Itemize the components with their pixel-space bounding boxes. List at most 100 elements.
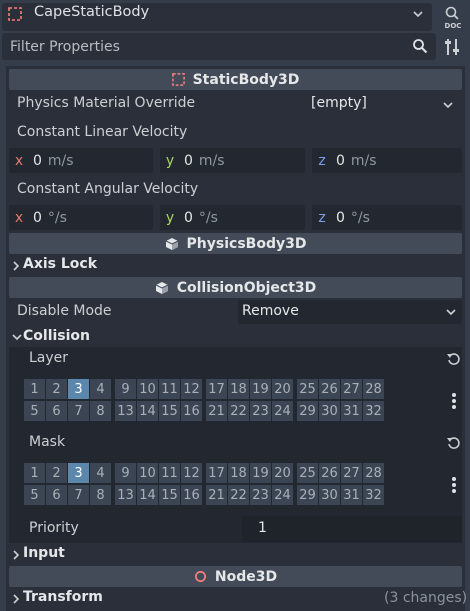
chevron-down-icon[interactable] — [446, 308, 456, 316]
bit-18[interactable]: 18 — [228, 463, 249, 483]
linear-velocity-z[interactable]: z 0 m/s — [312, 148, 462, 173]
bit-30[interactable]: 30 — [319, 401, 340, 421]
more-options-icon[interactable] — [451, 476, 457, 494]
chevron-right-icon[interactable] — [12, 550, 20, 560]
reset-icon[interactable] — [446, 351, 462, 367]
disable-mode-value[interactable]: Remove — [242, 303, 299, 319]
bit-8[interactable]: 8 — [90, 485, 111, 505]
bit-26[interactable]: 26 — [319, 463, 340, 483]
angular-velocity-y[interactable]: y 0 °/s — [160, 205, 305, 230]
bit-10[interactable]: 10 — [137, 463, 158, 483]
bit-5[interactable]: 5 — [24, 485, 45, 505]
axis-lock-group[interactable]: Axis Lock — [23, 256, 97, 272]
bit-19[interactable]: 19 — [250, 463, 271, 483]
angular-velocity-z[interactable]: z 0 °/s — [312, 205, 462, 230]
bit-12[interactable]: 12 — [181, 463, 202, 483]
bit-24[interactable]: 24 — [272, 401, 293, 421]
physics-material-value[interactable]: [empty] — [311, 95, 367, 111]
bit-11[interactable]: 11 — [159, 463, 180, 483]
bit-27[interactable]: 27 — [341, 463, 362, 483]
section-physicsbody3d[interactable]: PhysicsBody3D — [9, 233, 462, 254]
bit-22[interactable]: 22 — [228, 485, 249, 505]
bit-14[interactable]: 14 — [137, 485, 158, 505]
bit-32[interactable]: 32 — [363, 485, 384, 505]
chevron-right-icon[interactable] — [12, 594, 20, 604]
bit-9[interactable]: 9 — [115, 463, 136, 483]
chevron-right-icon[interactable] — [12, 261, 20, 271]
bit-20[interactable]: 20 — [272, 379, 293, 399]
bit-2[interactable]: 2 — [46, 463, 67, 483]
bit-21[interactable]: 21 — [206, 401, 227, 421]
bit-6[interactable]: 6 — [46, 401, 67, 421]
doc-icon[interactable]: DOC — [440, 4, 466, 30]
bit-22[interactable]: 22 — [228, 401, 249, 421]
axis-label: z — [318, 152, 326, 169]
bit-2[interactable]: 2 — [46, 379, 67, 399]
section-collisionobject3d[interactable]: CollisionObject3D — [9, 277, 462, 298]
bit-17[interactable]: 17 — [206, 379, 227, 399]
section-staticbody3d[interactable]: StaticBody3D — [9, 69, 462, 90]
bit-18[interactable]: 18 — [228, 379, 249, 399]
bit-14[interactable]: 14 — [137, 401, 158, 421]
more-options-icon[interactable] — [451, 392, 457, 410]
bit-1[interactable]: 1 — [24, 463, 45, 483]
bit-29[interactable]: 29 — [297, 485, 318, 505]
chevron-down-icon[interactable] — [12, 333, 22, 341]
bit-4[interactable]: 4 — [90, 463, 111, 483]
reset-icon[interactable] — [446, 435, 462, 451]
bit-4[interactable]: 4 — [90, 379, 111, 399]
bit-16[interactable]: 16 — [181, 401, 202, 421]
bit-16[interactable]: 16 — [181, 485, 202, 505]
bit-23[interactable]: 23 — [250, 401, 271, 421]
chevron-down-icon[interactable] — [412, 9, 424, 19]
bit-5[interactable]: 5 — [24, 401, 45, 421]
bit-25[interactable]: 25 — [297, 379, 318, 399]
bit-15[interactable]: 15 — [159, 401, 180, 421]
bit-17[interactable]: 17 — [206, 463, 227, 483]
bit-29[interactable]: 29 — [297, 401, 318, 421]
bit-26[interactable]: 26 — [319, 379, 340, 399]
bit-24[interactable]: 24 — [272, 485, 293, 505]
collision-group-body — [9, 347, 462, 543]
bit-12[interactable]: 12 — [181, 379, 202, 399]
value: 0 — [33, 209, 42, 226]
bit-13[interactable]: 13 — [115, 485, 136, 505]
collision-group[interactable]: Collision — [23, 328, 90, 344]
angular-velocity-x[interactable]: x 0 °/s — [9, 205, 153, 230]
bit-31[interactable]: 31 — [341, 485, 362, 505]
chevron-down-icon[interactable] — [443, 101, 453, 109]
priority-value[interactable]: 1 — [258, 520, 267, 536]
bit-15[interactable]: 15 — [159, 485, 180, 505]
bit-25[interactable]: 25 — [297, 463, 318, 483]
bit-11[interactable]: 11 — [159, 379, 180, 399]
section-node3d[interactable]: Node3D — [9, 566, 462, 587]
bit-10[interactable]: 10 — [137, 379, 158, 399]
bit-27[interactable]: 27 — [341, 379, 362, 399]
bit-6[interactable]: 6 — [46, 485, 67, 505]
bit-8[interactable]: 8 — [90, 401, 111, 421]
bit-3[interactable]: 3 — [68, 463, 89, 483]
tools-icon[interactable] — [441, 36, 463, 58]
bit-32[interactable]: 32 — [363, 401, 384, 421]
bit-7[interactable]: 7 — [68, 485, 89, 505]
bit-23[interactable]: 23 — [250, 485, 271, 505]
bit-31[interactable]: 31 — [341, 401, 362, 421]
priority-field[interactable] — [242, 516, 462, 542]
bit-28[interactable]: 28 — [363, 379, 384, 399]
bit-9[interactable]: 9 — [115, 379, 136, 399]
linear-velocity-x[interactable]: x 0 m/s — [9, 148, 153, 173]
bit-1[interactable]: 1 — [24, 379, 45, 399]
filter-properties-input[interactable] — [2, 33, 436, 60]
linear-velocity-y[interactable]: y 0 m/s — [160, 148, 305, 173]
transform-group[interactable]: Transform — [23, 589, 103, 605]
value: 0 — [33, 152, 42, 169]
bit-7[interactable]: 7 — [68, 401, 89, 421]
bit-28[interactable]: 28 — [363, 463, 384, 483]
bit-20[interactable]: 20 — [272, 463, 293, 483]
bit-3[interactable]: 3 — [68, 379, 89, 399]
bit-30[interactable]: 30 — [319, 485, 340, 505]
bit-19[interactable]: 19 — [250, 379, 271, 399]
bit-13[interactable]: 13 — [115, 401, 136, 421]
input-group[interactable]: Input — [23, 545, 65, 561]
bit-21[interactable]: 21 — [206, 485, 227, 505]
